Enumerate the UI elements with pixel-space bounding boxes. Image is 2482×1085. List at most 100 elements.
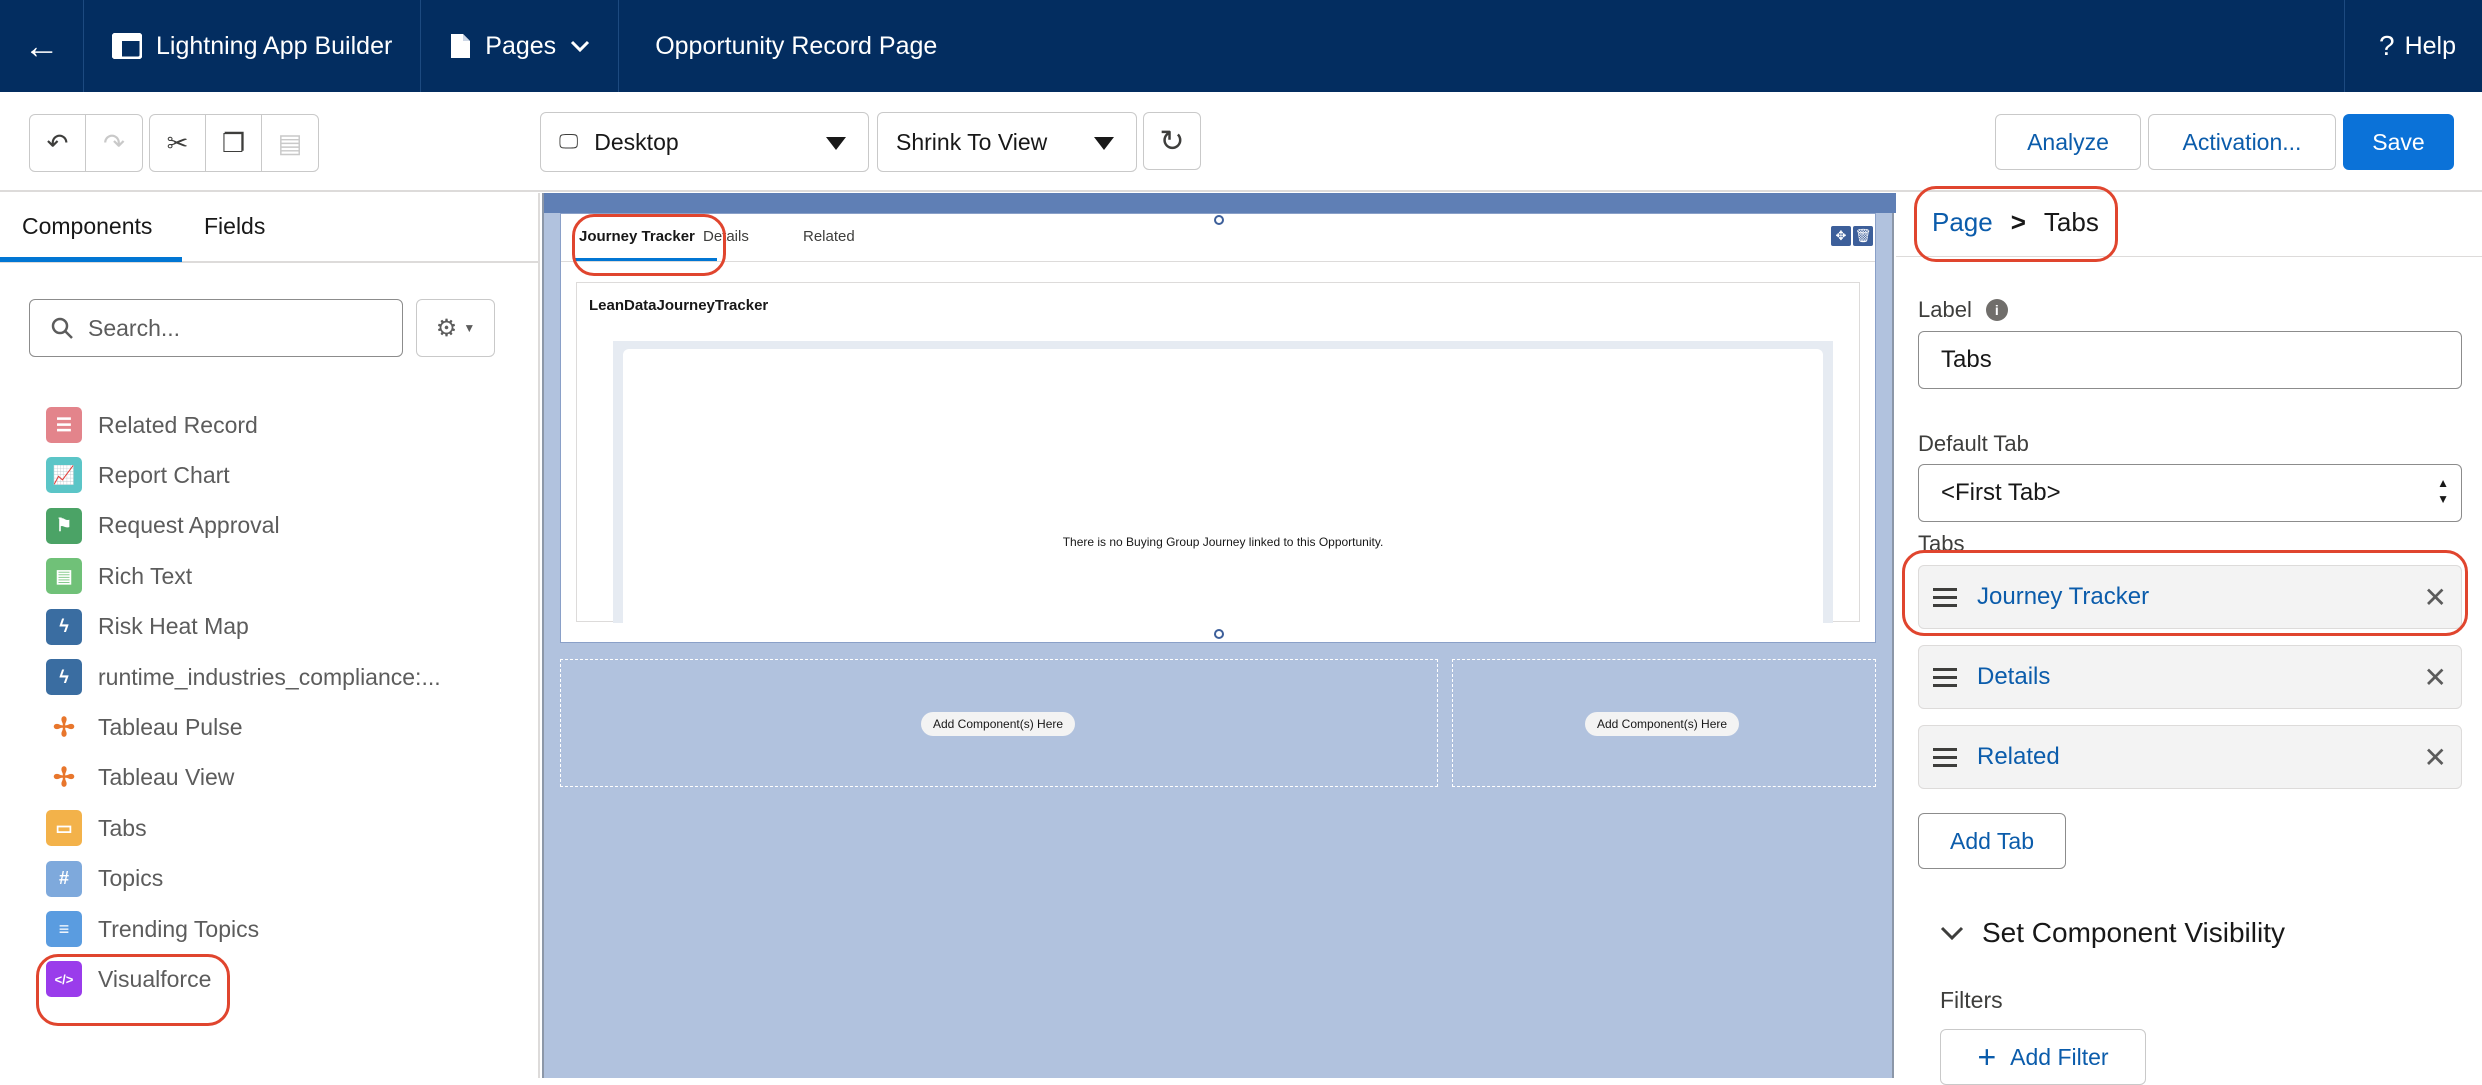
visualforce-content: There is no Buying Group Journey linked … <box>623 349 1823 623</box>
drag-handle-icon[interactable] <box>1933 667 1957 687</box>
lightning-icon: ϟ <box>46 608 82 645</box>
search-input[interactable]: Search... <box>29 299 403 357</box>
add-filter-button[interactable]: + Add Filter <box>1940 1029 2146 1085</box>
component-item[interactable]: 📈 Report Chart <box>46 455 230 495</box>
rich-text-icon: ▤ <box>46 558 82 595</box>
back-button[interactable]: ← <box>0 0 84 92</box>
properties-header: Page > Tabs <box>1896 193 2482 257</box>
approval-icon: ⚑ <box>46 507 82 544</box>
device-value: Desktop <box>594 128 679 155</box>
components-panel: Components Fields Search... ⚙ ▼ ☰ Related… <box>0 193 540 1078</box>
close-icon[interactable]: ✕ <box>2424 661 2447 694</box>
empty-message: There is no Buying Group Journey linked … <box>1062 535 1384 549</box>
builder-toolbar: ↶ ↷ ✂ ❐ ▤ 🖵 Desktop Shrink To View ↻ Ana… <box>0 92 2482 192</box>
tab-item-related[interactable]: Related ✕ <box>1918 725 2462 789</box>
info-icon[interactable]: i <box>1985 299 2008 321</box>
component-item[interactable]: ⚑ Request Approval <box>46 506 280 546</box>
add-tab-button[interactable]: Add Tab <box>1918 813 2066 869</box>
settings-menu-button[interactable]: ⚙ ▼ <box>416 299 495 357</box>
breadcrumb: Page > Tabs <box>1932 207 2099 238</box>
add-component-pill[interactable]: Add Component(s) Here <box>921 712 1076 736</box>
component-item[interactable]: ✢ Tableau Pulse <box>46 707 243 747</box>
drag-handle-icon[interactable] <box>1933 587 1957 607</box>
tab-item-label[interactable]: Details <box>1977 663 2424 691</box>
drop-zone-sidebar[interactable]: Add Component(s) Here <box>1452 659 1876 787</box>
component-item-label: Tableau View <box>98 764 235 791</box>
component-item[interactable]: ϟ Risk Heat Map <box>46 607 249 647</box>
drag-handle-icon[interactable] <box>1933 747 1957 767</box>
app-name-label: Lightning App Builder <box>156 31 393 60</box>
label-field-label: Label i <box>1918 297 2008 323</box>
visibility-section-toggle[interactable]: Set Component Visibility <box>1940 917 2285 949</box>
journey-tracker-component[interactable]: LeanDataJourneyTracker There is no Buyin… <box>576 282 1860 623</box>
pages-label: Pages <box>485 31 557 60</box>
resize-handle-bottom[interactable] <box>1214 629 1224 639</box>
caret-down-icon <box>826 137 846 150</box>
tabs-component[interactable]: Journey Tracker Details Related ✥ 🗑 Lean… <box>560 213 1876 643</box>
component-item-label: Trending Topics <box>98 915 260 942</box>
breadcrumb-page[interactable]: Page <box>1932 207 1993 238</box>
component-item-label: Related Record <box>98 411 258 438</box>
close-icon[interactable]: ✕ <box>2424 581 2447 614</box>
move-icon[interactable]: ✥ <box>1831 226 1851 246</box>
panel-tabs: Components Fields <box>0 193 540 263</box>
tab-item-label[interactable]: Journey Tracker <box>1977 583 2424 611</box>
zoom-select[interactable]: Shrink To View <box>877 112 1137 172</box>
resize-handle-top[interactable] <box>1214 215 1224 225</box>
refresh-button[interactable]: ↻ <box>1143 112 1201 170</box>
paste-button[interactable]: ▤ <box>262 115 318 171</box>
tab-item-journey-tracker[interactable]: Journey Tracker ✕ <box>1918 565 2462 629</box>
component-item[interactable]: </> Visualforce <box>46 959 211 999</box>
tab-item-details[interactable]: Details ✕ <box>1918 645 2462 709</box>
cut-button[interactable]: ✂ <box>150 115 206 171</box>
component-item[interactable]: ✢ Tableau View <box>46 758 234 798</box>
component-item[interactable]: ▭ Tabs <box>46 808 147 848</box>
canvas-header-band <box>544 193 1896 213</box>
scissors-icon: ✂ <box>166 127 189 158</box>
tab-components[interactable]: Components <box>22 213 152 240</box>
visibility-label: Set Component Visibility <box>1982 917 2285 948</box>
search-icon <box>51 317 73 339</box>
breadcrumb-current: Tabs <box>2043 207 2099 237</box>
activation-button[interactable]: Activation... <box>2148 114 2336 170</box>
drop-zone-main[interactable]: Add Component(s) Here <box>560 659 1438 787</box>
component-item[interactable]: ϟ runtime_industries_compliance:... <box>46 657 441 697</box>
undo-icon: ↶ <box>46 127 69 158</box>
canvas-tab-related[interactable]: Related <box>803 228 855 245</box>
component-item[interactable]: ☰ Related Record <box>46 405 258 445</box>
copy-button[interactable]: ❐ <box>206 115 262 171</box>
component-item[interactable]: ▤ Rich Text <box>46 556 192 596</box>
trash-icon[interactable]: 🗑 <box>1853 226 1873 246</box>
tab-item-label[interactable]: Related <box>1977 743 2424 771</box>
tab-fields[interactable]: Fields <box>204 213 265 240</box>
add-component-pill[interactable]: Add Component(s) Here <box>1585 712 1740 736</box>
properties-panel: Page > Tabs Label i Tabs Default Tab <Fir… <box>1896 193 2482 1085</box>
lightning-icon: ϟ <box>46 659 82 695</box>
tableau-icon: ✢ <box>46 759 82 796</box>
default-tab-select[interactable]: <First Tab> ▲ ▼ <box>1918 464 2462 522</box>
help-button[interactable]: ? Help <box>2344 0 2482 92</box>
page-canvas: Journey Tracker Details Related ✥ 🗑 Lean… <box>542 193 1896 1078</box>
chevron-down-icon <box>1940 926 1964 941</box>
pages-menu[interactable]: Pages <box>421 0 620 92</box>
list-icon: ≡ <box>46 911 82 947</box>
plus-icon: + <box>1977 1039 1997 1075</box>
save-button[interactable]: Save <box>2343 114 2454 170</box>
component-item-label: Rich Text <box>98 562 193 589</box>
canvas-tab-details[interactable]: Details <box>703 228 749 245</box>
analyze-button[interactable]: Analyze <box>1995 114 2141 170</box>
component-item-label: Visualforce <box>98 965 212 992</box>
canvas-tab-journey-tracker[interactable]: Journey Tracker <box>579 228 695 245</box>
device-select[interactable]: 🖵 Desktop <box>540 112 869 172</box>
component-item[interactable]: # Topics <box>46 859 163 899</box>
label-input[interactable]: Tabs <box>1918 331 2462 389</box>
component-item[interactable]: ≡ Trending Topics <box>46 909 259 949</box>
tabs-section-label: Tabs <box>1918 531 1965 556</box>
caret-down-icon <box>1094 137 1114 150</box>
component-item-label: Tableau Pulse <box>98 713 243 740</box>
close-icon[interactable]: ✕ <box>2424 741 2447 774</box>
redo-button[interactable]: ↷ <box>86 115 142 171</box>
undo-button[interactable]: ↶ <box>30 115 86 171</box>
app-header: ← Lightning App Builder Pages Opportunit… <box>0 0 2482 92</box>
gear-icon: ⚙ <box>435 314 458 342</box>
